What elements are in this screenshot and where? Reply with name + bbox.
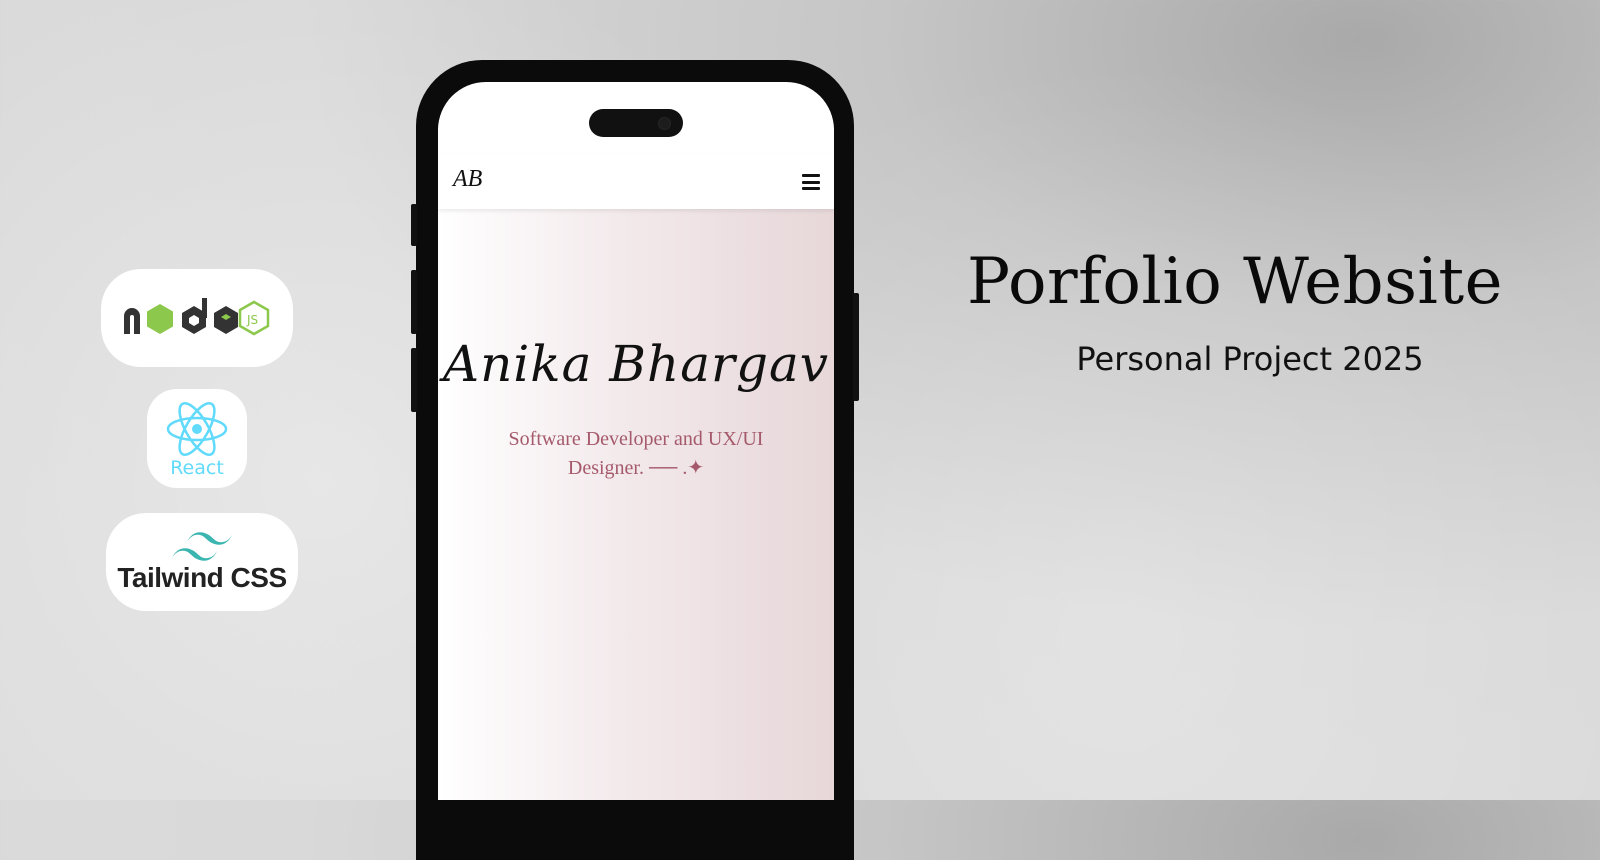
tailwind-wave-icon bbox=[172, 532, 232, 561]
camera-icon bbox=[658, 117, 671, 130]
page-subtitle: Personal Project 2025 bbox=[1076, 340, 1424, 378]
hero-section bbox=[438, 209, 834, 800]
nodejs-logo-icon: JS bbox=[124, 298, 270, 336]
phone-power-button bbox=[853, 293, 859, 401]
react-label: React bbox=[170, 456, 224, 479]
react-atom-icon bbox=[166, 401, 228, 456]
dynamic-island bbox=[589, 109, 683, 137]
hero-name: Anika Bhargav bbox=[442, 335, 830, 393]
phone-volume-down-button bbox=[411, 348, 417, 412]
site-logo[interactable]: AB bbox=[453, 166, 482, 193]
page-title: Porfolio Website bbox=[967, 245, 1503, 319]
tailwind-label: Tailwind CSS bbox=[117, 562, 287, 593]
phone-volume-up-button bbox=[411, 270, 417, 334]
nodejs-logo-badge: JS bbox=[101, 269, 293, 367]
hamburger-menu-icon[interactable] bbox=[802, 174, 820, 190]
tailwind-logo-badge: Tailwind CSS bbox=[106, 513, 298, 611]
hero-tagline: Software Developer and UX/UI Designer. ─… bbox=[508, 428, 764, 479]
svg-text:JS: JS bbox=[246, 313, 258, 327]
site-navbar: AB bbox=[438, 154, 834, 209]
react-logo-badge: React bbox=[147, 389, 247, 488]
phone-side-button bbox=[411, 204, 417, 246]
phone-screen: AB Anika Bhargav Software Developer and … bbox=[438, 82, 834, 800]
